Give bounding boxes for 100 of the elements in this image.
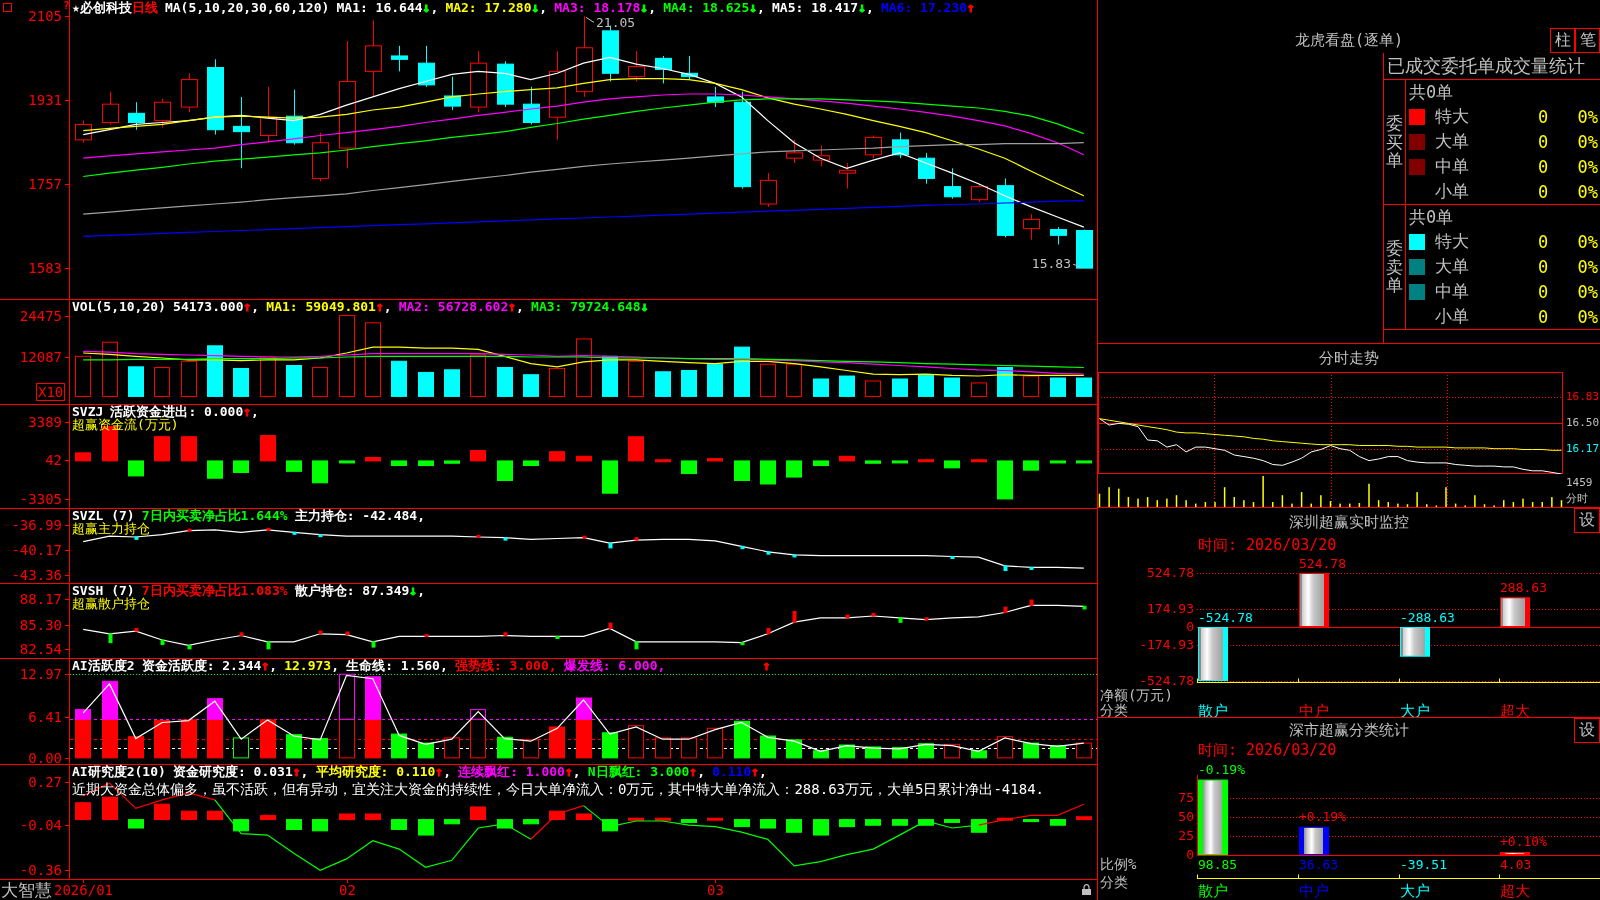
panel-title: 分时走势 xyxy=(1319,348,1379,368)
order-size-label: 小单 xyxy=(1435,305,1469,328)
comma-separator: , xyxy=(251,300,260,313)
panel-title: 龙虎看盘(逐单) xyxy=(1294,31,1404,50)
indicator-value: 资金研究度: 0.031 xyxy=(172,765,293,778)
indicator-value: 爆发线: 6.000 xyxy=(563,659,658,672)
indicator-value: MA3: 18.178 xyxy=(554,1,641,14)
indicator-caption: 超赢散户持仓 xyxy=(72,597,150,610)
trend-arrow: ↑ xyxy=(261,659,270,672)
category-label: 超大 xyxy=(1500,881,1530,900)
date-label: 2026/01 xyxy=(54,882,113,898)
strip-label: 分时 xyxy=(1566,492,1588,505)
axis-label: 24475 xyxy=(19,307,62,324)
comma-separator: , xyxy=(648,1,656,14)
axis-label: 82.54 xyxy=(19,640,62,657)
indicator-value: 连续飘红: 1.000 xyxy=(458,765,565,778)
trend-arrow: ↑ xyxy=(967,1,975,14)
comma-separator: , xyxy=(516,300,524,313)
axis-label: 174.93 xyxy=(1147,601,1194,616)
order-size-label: 小单 xyxy=(1435,180,1469,203)
scale-badge: X10 xyxy=(36,383,66,401)
trend-arrow: ↑ xyxy=(508,300,517,313)
trend-arrow: ↓ xyxy=(640,1,649,14)
value-label: -524.78 xyxy=(1198,609,1253,625)
trend-arrow: ↓ xyxy=(409,584,418,597)
value-label: 36.63 xyxy=(1299,856,1339,872)
indicator-name: SVZJ xyxy=(72,405,104,418)
brand-label: 大智慧 xyxy=(1,880,52,900)
axis-label: -43.36 xyxy=(11,566,62,583)
order-share: 0% xyxy=(1577,231,1598,252)
total-count: 共0单 xyxy=(1409,206,1454,229)
axis-label: 75 xyxy=(1178,790,1194,805)
category-label: 大户 xyxy=(1400,881,1430,900)
axis-title: 分类 xyxy=(1100,874,1128,890)
comma-separator: , xyxy=(572,765,581,778)
indicator-value: MA(5,10,20,30,60,120) xyxy=(164,1,330,14)
axis-label: 12.97 xyxy=(19,665,62,682)
axis-label: 0 xyxy=(1186,847,1194,862)
order-count: 0 xyxy=(1537,156,1549,177)
axis-label: -3305 xyxy=(19,490,62,507)
comma-separator: , xyxy=(430,1,439,14)
comma-separator: , xyxy=(865,1,874,14)
indicator-name: AI活跃度2 xyxy=(72,659,135,672)
order-share: 0% xyxy=(1577,106,1598,127)
change-label: +0.19% xyxy=(1299,809,1346,825)
comma-separator: , xyxy=(443,765,451,778)
panel-title: 深市超赢分类统计 xyxy=(1289,721,1409,740)
axis-label: 0 xyxy=(1186,619,1194,634)
axis-label: 16.17 xyxy=(1566,442,1600,456)
indicator-value: 0.110 xyxy=(712,765,752,778)
indicator-value: 7日内买卖净占比1.644% xyxy=(141,509,288,522)
indicator-value: 主力持仓: -42.484 xyxy=(294,509,418,522)
order-size-label: 特大 xyxy=(1435,105,1469,128)
indicator-value: MA3: 79724.648 xyxy=(531,300,641,313)
axis-label: -40.17 xyxy=(11,541,62,558)
comma-separator: , xyxy=(269,659,278,672)
price-label: 15.83 xyxy=(1031,255,1071,271)
indicator-value: MA2: 17.280 xyxy=(445,1,532,14)
indicator-name: AI研究度2(10) xyxy=(72,765,166,778)
indicator-name: SVSH (7) xyxy=(72,584,135,597)
indicator-value: 资金活跃度: 2.344 xyxy=(141,659,262,672)
axis-label: -0.04 xyxy=(19,816,62,833)
axis-label: 3389 xyxy=(28,413,62,430)
category-label: 超大 xyxy=(1500,701,1530,717)
price-label: 21.05 xyxy=(596,14,636,30)
order-count: 0 xyxy=(1537,181,1549,202)
category-label: 中户 xyxy=(1299,881,1329,900)
axis-title: 比例% xyxy=(1100,856,1137,872)
comma-separator: , xyxy=(417,584,425,597)
axis-label: 85.30 xyxy=(19,616,62,633)
order-share: 0% xyxy=(1577,306,1598,327)
category-label: 散户 xyxy=(1198,881,1228,900)
value-label: 4.03 xyxy=(1500,856,1532,872)
order-count: 0 xyxy=(1537,231,1549,252)
indicator-value: MA6: 17.230 xyxy=(880,1,968,14)
axis-label: 12087 xyxy=(19,348,62,365)
axis-label: 1931 xyxy=(28,91,62,108)
trend-arrow: ↑ xyxy=(564,765,573,778)
indicator-name: VOL(5,10,20) xyxy=(72,300,166,313)
trend-arrow: ↑ xyxy=(243,300,252,313)
indicator-value: MA4: 18.625 xyxy=(663,1,750,14)
category-label: 散户 xyxy=(1198,701,1228,717)
indicator-value: N日飘红: 3.000 xyxy=(587,765,690,778)
indicator-name: ★必创科技 xyxy=(72,1,132,14)
axis-label: 6.41 xyxy=(28,708,62,725)
axis-label: 1583 xyxy=(28,259,62,276)
indicator-value: 散户持仓: 87.349 xyxy=(294,584,410,597)
indicator-value: MA1: 16.644 xyxy=(336,1,423,14)
comma-separator: , xyxy=(300,765,309,778)
question-mark: ? xyxy=(63,0,70,11)
order-share: 0% xyxy=(1577,256,1598,277)
trend-arrow: ↓ xyxy=(749,1,758,14)
indicator-value: MA2: 56728.602 xyxy=(398,300,509,313)
axis-title: 净额(万元) xyxy=(1100,687,1173,703)
indicator-value: 12.973 xyxy=(284,659,332,672)
axis-label: -524.78 xyxy=(1139,673,1194,688)
period-label: 日线 xyxy=(131,1,158,14)
value-label: 288.63 xyxy=(1500,579,1547,595)
order-size-label: 大单 xyxy=(1435,130,1469,153)
indicator-value: MA1: 59049.801 xyxy=(266,300,376,313)
